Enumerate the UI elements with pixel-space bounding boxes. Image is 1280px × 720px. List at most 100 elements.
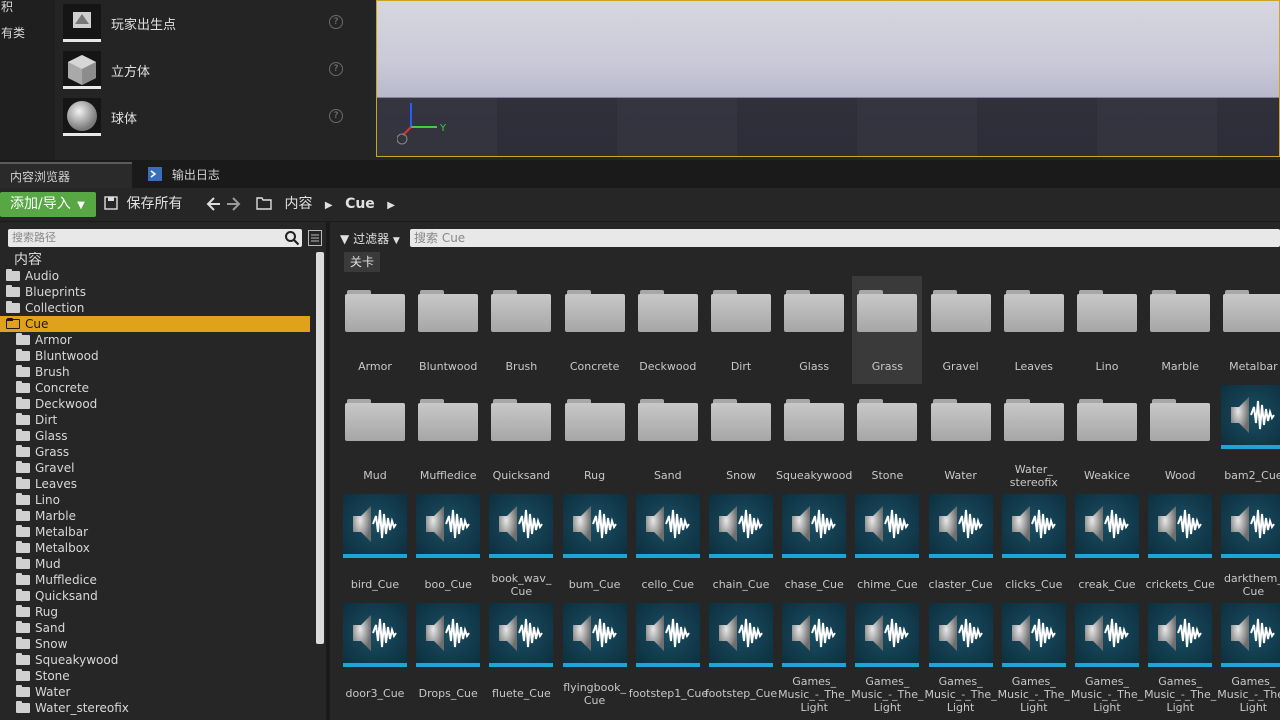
- tree-scrollbar[interactable]: [316, 252, 324, 644]
- asset-folder-tile[interactable]: Weakice: [1072, 385, 1142, 493]
- tree-item[interactable]: Grass: [0, 444, 316, 460]
- asset-folder-tile[interactable]: Quicksand: [486, 385, 556, 493]
- asset-folder-tile[interactable]: Deckwood: [633, 276, 703, 384]
- tree-item[interactable]: Stone: [0, 668, 316, 684]
- tree-item[interactable]: Dirt: [0, 412, 316, 428]
- sound-cue-tile[interactable]: Games_Music_-_The_Light: [924, 603, 997, 714]
- tree-item[interactable]: Mud: [0, 556, 316, 572]
- asset-folder-tile[interactable]: Water: [926, 385, 996, 493]
- search-icon[interactable]: [284, 230, 300, 246]
- tree-item[interactable]: Water: [0, 684, 316, 700]
- category-item[interactable]: 积: [0, 0, 55, 14]
- sound-cue-tile[interactable]: crickets_Cue: [1145, 494, 1215, 602]
- asset-folder-tile[interactable]: Wood: [1145, 385, 1215, 493]
- tree-item[interactable]: Sand: [0, 620, 316, 636]
- tree-item[interactable]: Armor: [0, 332, 316, 348]
- level-viewport[interactable]: Y: [376, 0, 1280, 157]
- sound-cue-tile[interactable]: book_wav_ Cue: [486, 494, 556, 602]
- sound-cue-tile[interactable]: clicks_Cue: [999, 494, 1069, 602]
- sound-cue-tile[interactable]: chain_Cue: [706, 494, 776, 602]
- sound-cue-tile[interactable]: flyingbook_ Cue: [560, 603, 630, 711]
- sound-cue-tile[interactable]: Drops_Cue: [413, 603, 483, 711]
- breadcrumb-item[interactable]: Cue: [345, 196, 375, 212]
- asset-folder-tile[interactable]: Muffledice: [413, 385, 483, 493]
- tree-item[interactable]: Deckwood: [0, 396, 316, 412]
- sound-cue-tile[interactable]: Games_Music_-_The_Light: [1217, 603, 1280, 714]
- asset-folder-tile[interactable]: Glass: [779, 276, 849, 384]
- tree-item[interactable]: Metalbar: [0, 524, 316, 540]
- tree-item[interactable]: Brush: [0, 364, 316, 380]
- sound-cue-tile[interactable]: boo_Cue: [413, 494, 483, 602]
- asset-folder-tile[interactable]: Marble: [1145, 276, 1215, 384]
- tree-item[interactable]: Rug: [0, 604, 316, 620]
- sound-cue-tile[interactable]: Games_Music_-_The_Light: [998, 603, 1070, 714]
- tree-item[interactable]: Metalbox: [0, 540, 316, 556]
- asset-folder-tile[interactable]: Brush: [486, 276, 556, 384]
- chevron-right-icon[interactable]: ▶: [325, 200, 333, 211]
- asset-folder-tile[interactable]: Sand: [633, 385, 703, 493]
- tree-item[interactable]: Quicksand: [0, 588, 316, 604]
- tree-item[interactable]: 内容: [0, 252, 316, 268]
- tree-item[interactable]: Snow: [0, 636, 316, 652]
- tree-options-icon[interactable]: [308, 230, 322, 246]
- sound-cue-tile[interactable]: darkthem_ Cue: [1218, 494, 1280, 602]
- asset-folder-tile[interactable]: Stone: [852, 385, 922, 493]
- tree-item[interactable]: Concrete: [0, 380, 316, 396]
- place-item-sphere[interactable]: 球体 ?: [61, 94, 361, 138]
- sound-cue-tile[interactable]: creak_Cue: [1072, 494, 1142, 602]
- tree-item[interactable]: Marble: [0, 508, 316, 524]
- asset-folder-tile[interactable]: Grass: [852, 276, 923, 384]
- asset-folder-tile[interactable]: Mud: [340, 385, 410, 493]
- asset-folder-tile[interactable]: Concrete: [560, 276, 630, 384]
- add-import-button[interactable]: 添加/导入 ▼: [0, 192, 96, 217]
- asset-folder-tile[interactable]: Leaves: [999, 276, 1069, 384]
- sound-cue-tile[interactable]: footstep1_Cue: [629, 603, 708, 711]
- tree-item[interactable]: Squeakywood: [0, 652, 316, 668]
- help-icon[interactable]: ?: [329, 109, 343, 123]
- place-item-cube[interactable]: 立方体 ?: [61, 47, 361, 91]
- filter-button[interactable]: ▼ 过滤器 ▼: [340, 230, 400, 247]
- path-search-input[interactable]: 搜索路径: [8, 229, 302, 247]
- tree-item[interactable]: Lino: [0, 492, 316, 508]
- sound-cue-tile[interactable]: chase_Cue: [779, 494, 849, 602]
- tree-item[interactable]: Gravel: [0, 460, 316, 476]
- category-item[interactable]: 有类: [0, 26, 55, 40]
- breadcrumb-item[interactable]: 内容: [284, 196, 312, 212]
- tab-output-log[interactable]: 输出日志: [138, 162, 258, 188]
- tree-item[interactable]: Bluntwood: [0, 348, 316, 364]
- asset-folder-tile[interactable]: Water_ stereofix: [999, 385, 1069, 493]
- tree-item[interactable]: Glass: [0, 428, 316, 444]
- sound-cue-tile[interactable]: door3_Cue: [340, 603, 410, 711]
- forward-arrow-icon[interactable]: [226, 196, 242, 212]
- sound-cue-tile[interactable]: chime_Cue: [852, 494, 922, 602]
- asset-search-input[interactable]: 搜索 Cue: [410, 229, 1280, 247]
- sound-cue-tile[interactable]: bird_Cue: [340, 494, 410, 602]
- sound-cue-tile[interactable]: Games_Music_-_The_Light: [778, 603, 850, 714]
- sound-cue-tile[interactable]: fluete_Cue: [486, 603, 556, 711]
- asset-folder-tile[interactable]: Dirt: [706, 276, 776, 384]
- sound-cue-tile[interactable]: cello_Cue: [633, 494, 703, 602]
- tree-item[interactable]: Muffledice: [0, 572, 316, 588]
- asset-folder-tile[interactable]: Squeakywood: [776, 385, 852, 493]
- sound-cue-tile[interactable]: Games_Music_-_The_Light: [1071, 603, 1143, 714]
- back-arrow-icon[interactable]: [205, 196, 221, 212]
- tree-item[interactable]: Leaves: [0, 476, 316, 492]
- tree-item[interactable]: Blueprints: [0, 284, 316, 300]
- sound-cue-tile[interactable]: bum_Cue: [560, 494, 630, 602]
- tree-item[interactable]: Audio: [0, 268, 316, 284]
- place-item-player-start[interactable]: 玩家出生点 ?: [61, 0, 361, 44]
- asset-folder-tile[interactable]: Gravel: [926, 276, 996, 384]
- sound-cue-tile[interactable]: Games_Music_-_The_Light: [851, 603, 924, 714]
- asset-folder-tile[interactable]: Metalbar: [1218, 276, 1280, 384]
- help-icon[interactable]: ?: [329, 62, 343, 76]
- sound-cue-tile[interactable]: footstep_Cue: [705, 603, 777, 711]
- asset-folder-tile[interactable]: Rug: [560, 385, 630, 493]
- asset-folder-tile[interactable]: Lino: [1072, 276, 1142, 384]
- asset-folder-tile[interactable]: Armor: [340, 276, 410, 384]
- sound-cue-tile[interactable]: bam2_Cue: [1218, 385, 1280, 493]
- sound-cue-tile[interactable]: claster_Cue: [926, 494, 996, 602]
- filter-chip-level[interactable]: 关卡: [344, 252, 381, 272]
- tree-item[interactable]: Collection: [0, 300, 316, 316]
- tab-content-browser[interactable]: 内容浏览器: [0, 162, 132, 188]
- chevron-right-icon[interactable]: ▶: [387, 200, 395, 211]
